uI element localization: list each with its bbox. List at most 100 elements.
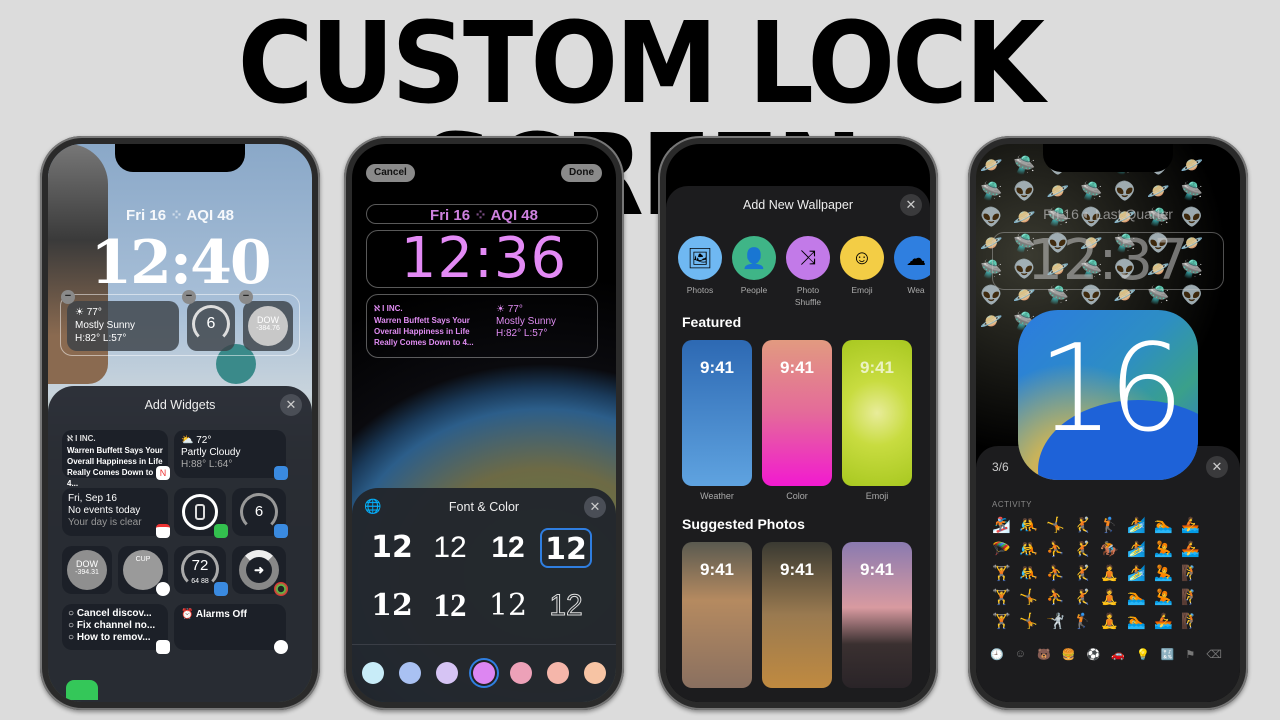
emoji-key[interactable]: 🤽: [1154, 540, 1181, 564]
emoji-key[interactable]: 🏋: [992, 588, 1019, 612]
emoji-key[interactable]: 🤾: [1073, 540, 1100, 564]
emoji-key[interactable]: 🚣: [1181, 516, 1208, 540]
suggested-photo[interactable]: 9:41: [682, 542, 752, 688]
emoji-key[interactable]: 🏌: [1073, 612, 1100, 636]
emoji-category-tab[interactable]: 🍔: [1062, 648, 1076, 661]
emoji-key[interactable]: 🏋: [992, 564, 1019, 588]
font-option[interactable]: 12: [366, 586, 418, 626]
emoji-key[interactable]: 🧘: [1100, 588, 1127, 612]
emoji-key[interactable]: 🤼: [1019, 564, 1046, 588]
remove-widget-button[interactable]: −: [239, 290, 253, 304]
emoji-key[interactable]: 🤽: [1154, 564, 1181, 588]
color-swatch-selected[interactable]: [473, 662, 495, 684]
font-option[interactable]: 12: [424, 586, 476, 626]
close-button[interactable]: ✕: [280, 394, 302, 416]
emoji-key[interactable]: 🏊: [1154, 516, 1181, 540]
weather-widget-tile[interactable]: ⛅ 72° Partly Cloudy H:88° L:64°: [174, 430, 288, 480]
emoji-key[interactable]: 🤸: [1019, 588, 1046, 612]
reminders-widget-tile[interactable]: ○ Cancel discov... ○ Fix channel no... ○…: [62, 604, 170, 654]
emoji-category-tab[interactable]: 🕘: [990, 648, 1004, 661]
emoji-key[interactable]: 🤼: [1019, 540, 1046, 564]
emoji-key[interactable]: 🤸: [1019, 612, 1046, 636]
uv-widget-tile[interactable]: 6: [232, 488, 288, 538]
emoji-key[interactable]: 🤾: [1073, 564, 1100, 588]
category-wea[interactable]: ☁ Wea: [894, 236, 930, 296]
color-swatch[interactable]: [436, 662, 458, 684]
emoji-key[interactable]: ⛹: [1046, 588, 1073, 612]
alarm-widget-tile[interactable]: ⏰ Alarms Off: [174, 604, 288, 654]
color-swatch[interactable]: [362, 662, 384, 684]
calendar-widget-tile[interactable]: Fri, Sep 16 No events today Your day is …: [62, 488, 170, 538]
stock-widget[interactable]: DOW -384.76: [243, 301, 293, 351]
close-button[interactable]: ✕: [1206, 456, 1228, 478]
emoji-key[interactable]: 🏄: [1127, 564, 1154, 588]
font-option[interactable]: 12: [540, 586, 592, 626]
emoji-category-tab[interactable]: ⚑: [1185, 648, 1195, 661]
featured-wallpaper-color[interactable]: 9:41: [762, 340, 832, 486]
emoji-key[interactable]: 🧗: [1181, 564, 1208, 588]
emoji-key[interactable]: 🏄: [1127, 516, 1154, 540]
emoji-category-tab[interactable]: ☺: [1015, 648, 1026, 661]
done-button[interactable]: Done: [561, 164, 602, 182]
emoji-key[interactable]: 🏂: [992, 516, 1019, 540]
color-swatch[interactable]: [510, 662, 532, 684]
fitness-widget-tile[interactable]: ➜: [232, 546, 288, 596]
temperature-widget-tile[interactable]: 72 64 88: [174, 546, 228, 596]
emoji-key[interactable]: 🏊: [1127, 588, 1154, 612]
lock-time[interactable]: 12:37: [976, 228, 1240, 293]
emoji-key[interactable]: 🚣: [1181, 540, 1208, 564]
category-photo-shuffle[interactable]: ⤨ Photo Shuffle: [786, 236, 830, 308]
emoji-category-tab[interactable]: 💡: [1136, 648, 1150, 661]
emoji-key[interactable]: 🧗: [1181, 612, 1208, 636]
suggested-photo[interactable]: 9:41: [842, 542, 912, 688]
stock-widget-tile[interactable]: DOW -394.31: [62, 546, 112, 594]
emoji-key[interactable]: ⛹: [1046, 540, 1073, 564]
category-photos[interactable]: 🖼 Photos: [678, 236, 722, 296]
world-clock-widget-tile[interactable]: CUP: [118, 546, 170, 596]
emoji-key[interactable]: 🏇: [1100, 540, 1127, 564]
news-widget[interactable]: ℵ I INC. Warren Buffett Says Your Overal…: [374, 304, 484, 348]
color-swatch[interactable]: [399, 662, 421, 684]
battery-widget-tile[interactable]: [174, 488, 228, 538]
cancel-button[interactable]: Cancel: [366, 164, 415, 182]
remove-widget-button[interactable]: −: [182, 290, 196, 304]
lock-time[interactable]: 12:36: [352, 226, 616, 291]
weather-widget[interactable]: ☀ 77° Mostly Sunny H:82° L:57°: [67, 301, 179, 351]
emoji-key[interactable]: 🪂: [992, 540, 1019, 564]
lock-time[interactable]: 12:40: [48, 228, 312, 298]
emoji-key[interactable]: 🏊: [1127, 612, 1154, 636]
font-option[interactable]: 12: [366, 528, 418, 568]
emoji-key[interactable]: 🧘: [1100, 612, 1127, 636]
font-option[interactable]: 12: [482, 586, 534, 626]
close-button[interactable]: ✕: [900, 194, 922, 216]
font-option-selected[interactable]: 12: [540, 528, 592, 568]
reminder-item[interactable]: ○ Fix channel no...: [68, 620, 162, 632]
emoji-category-tab[interactable]: ⚽: [1086, 648, 1100, 661]
featured-wallpaper-emoji[interactable]: 9:41: [842, 340, 912, 486]
emoji-category-tab[interactable]: 🚗: [1111, 648, 1125, 661]
emoji-key[interactable]: 🏄: [1127, 540, 1154, 564]
emoji-key[interactable]: 🤾: [1073, 588, 1100, 612]
color-swatch[interactable]: [547, 662, 569, 684]
font-option[interactable]: 12: [424, 528, 476, 568]
delete-key-icon[interactable]: ⌫: [1206, 648, 1222, 661]
featured-wallpaper-weather[interactable]: 9:41: [682, 340, 752, 486]
emoji-key[interactable]: 🏋: [992, 612, 1019, 636]
reminder-item[interactable]: ○ Cancel discov...: [68, 608, 162, 620]
category-emoji[interactable]: ☺ Emoji: [840, 236, 884, 296]
suggested-photo[interactable]: 9:41: [762, 542, 832, 688]
emoji-key[interactable]: 🤺: [1046, 612, 1073, 636]
emoji-key[interactable]: 🤽: [1154, 588, 1181, 612]
emoji-key[interactable]: ⛹: [1046, 564, 1073, 588]
battery-app-icon[interactable]: [66, 680, 98, 700]
emoji-key[interactable]: 🤾: [1073, 516, 1100, 540]
emoji-key[interactable]: 🤼: [1019, 516, 1046, 540]
category-people[interactable]: 👤 People: [732, 236, 776, 296]
emoji-key[interactable]: 🧗: [1181, 588, 1208, 612]
emoji-key[interactable]: 🚣: [1154, 612, 1181, 636]
reminder-item[interactable]: ○ How to remov...: [68, 632, 162, 644]
remove-widget-button[interactable]: −: [61, 290, 75, 304]
emoji-key[interactable]: 🏌: [1100, 516, 1127, 540]
color-swatch[interactable]: [584, 662, 606, 684]
emoji-category-tab[interactable]: 🔣: [1161, 648, 1175, 661]
